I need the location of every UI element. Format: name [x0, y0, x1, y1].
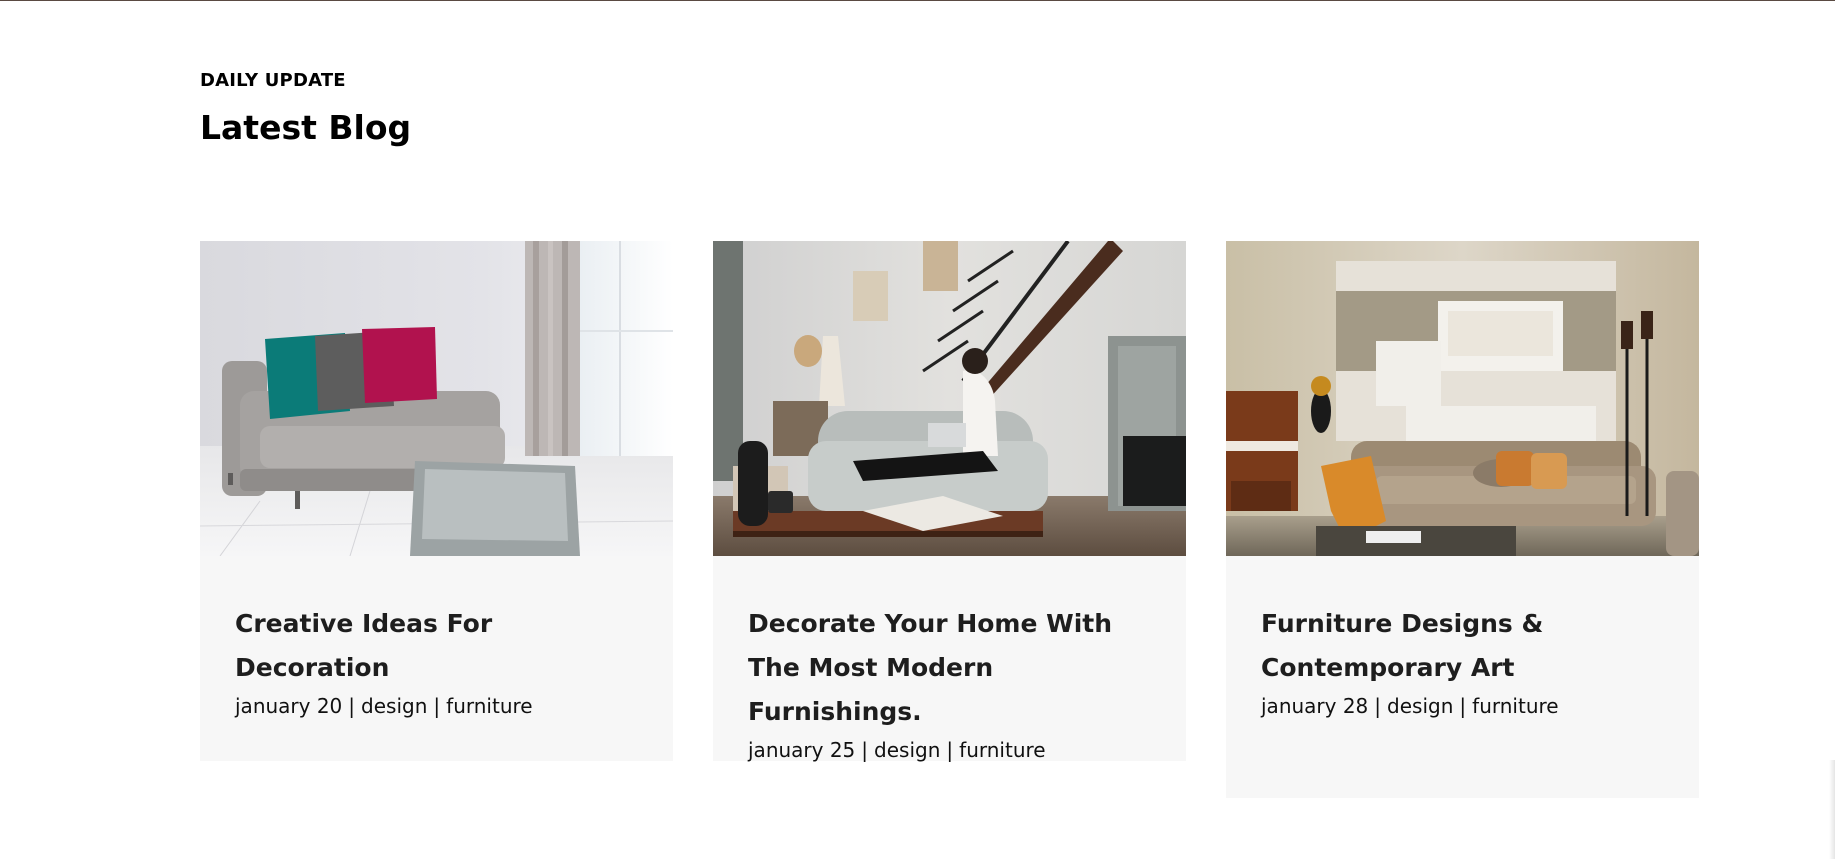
page-edge-shadow — [1829, 760, 1835, 859]
latest-blog-section: DAILY UPDATE Latest Blog Creative Ideas … — [200, 0, 1700, 859]
living-room-piano-photo — [1226, 241, 1699, 556]
meta-separator: | — [348, 694, 356, 718]
post-date: january 25 — [748, 738, 856, 762]
woman-laptop-sofa-photo — [713, 241, 1186, 556]
section-title: Latest Blog — [200, 108, 412, 147]
meta-separator: | — [946, 738, 954, 762]
category-link-design[interactable]: design — [1387, 694, 1453, 718]
blog-card-image[interactable] — [1226, 241, 1699, 556]
category-link-furniture[interactable]: furniture — [1472, 694, 1558, 718]
meta-separator: | — [861, 738, 869, 762]
blog-card-meta: january 20 | design | furniture — [235, 694, 638, 718]
blog-card-meta: january 28 | design | furniture — [1261, 694, 1664, 718]
blog-card-meta: january 25 | design | furniture — [748, 738, 1151, 762]
post-date: january 28 — [1261, 694, 1369, 718]
blog-card-body: Furniture Designs & Contemporary Art jan… — [1226, 556, 1699, 718]
meta-separator: | — [1374, 694, 1382, 718]
blog-card[interactable]: Creative Ideas For Decoration january 20… — [200, 241, 673, 761]
blog-card-title[interactable]: Creative Ideas For Decoration — [235, 602, 638, 690]
blog-card-image[interactable] — [200, 241, 673, 556]
blog-card-body: Creative Ideas For Decoration january 20… — [200, 556, 673, 718]
blog-card-image[interactable] — [713, 241, 1186, 556]
blog-card-title[interactable]: Decorate Your Home With The Most Modern … — [748, 602, 1151, 734]
section-eyebrow: DAILY UPDATE — [200, 70, 346, 91]
sofa-pillows-photo — [200, 241, 673, 556]
blog-card[interactable]: Furniture Designs & Contemporary Art jan… — [1226, 241, 1699, 798]
category-link-furniture[interactable]: furniture — [446, 694, 532, 718]
meta-separator: | — [1459, 694, 1467, 718]
blog-card-body: Decorate Your Home With The Most Modern … — [713, 556, 1186, 762]
blog-card-title[interactable]: Furniture Designs & Contemporary Art — [1261, 602, 1664, 690]
blog-card[interactable]: Decorate Your Home With The Most Modern … — [713, 241, 1186, 762]
category-link-design[interactable]: design — [361, 694, 427, 718]
post-date: january 20 — [235, 694, 343, 718]
category-link-furniture[interactable]: furniture — [959, 738, 1045, 762]
category-link-design[interactable]: design — [874, 738, 940, 762]
meta-separator: | — [433, 694, 441, 718]
